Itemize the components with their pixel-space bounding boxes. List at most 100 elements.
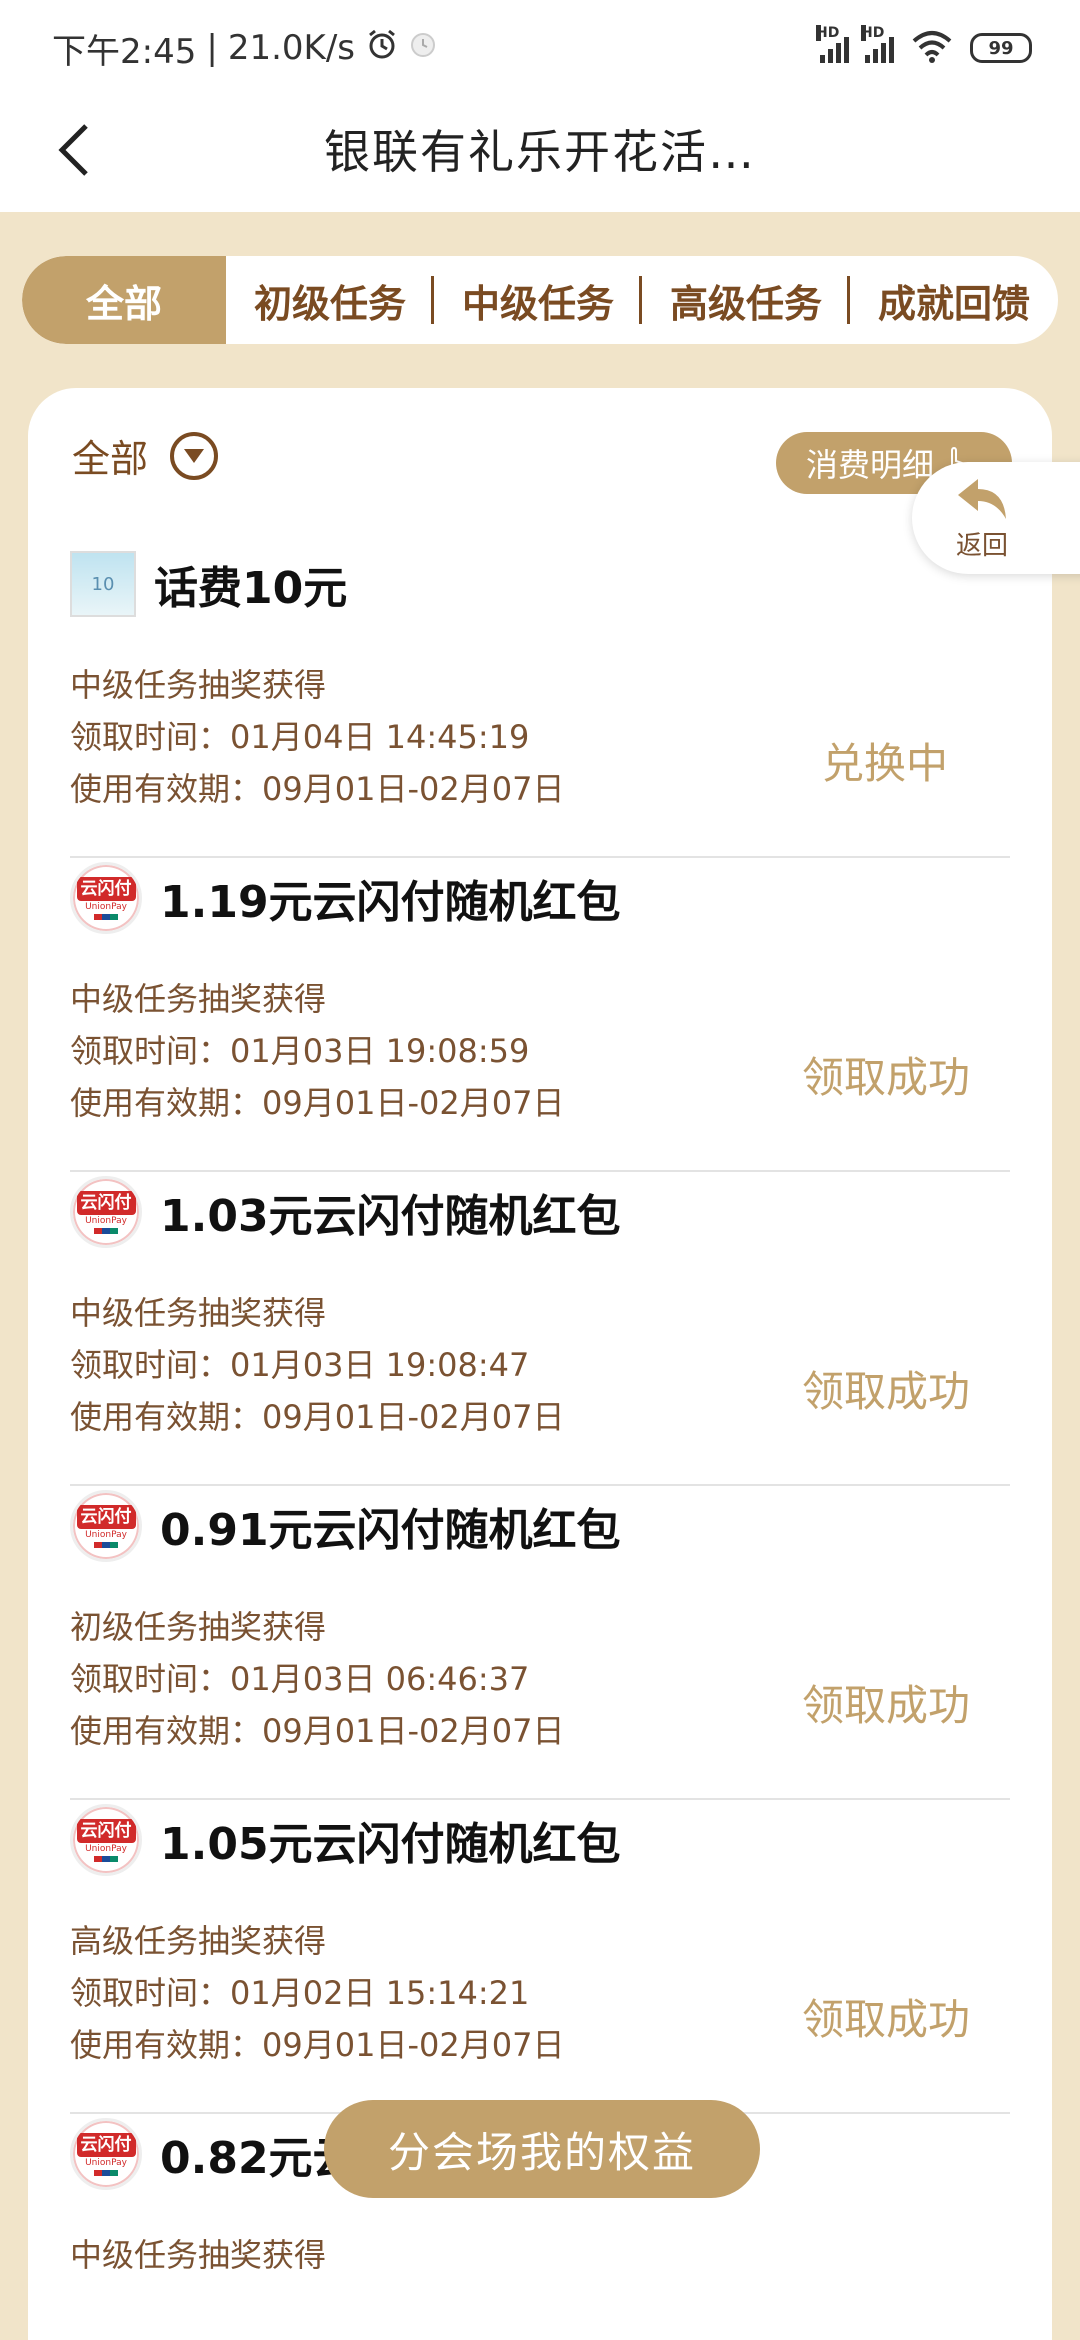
item-name: 0.91元云闪付随机红包: [160, 1505, 621, 1556]
item-status: 兑换中: [821, 739, 948, 788]
item-source: 中级任务抽奖获得: [70, 2236, 327, 2274]
tab-label: 高级任务: [669, 281, 822, 326]
floating-return-button[interactable]: 返回: [912, 462, 1080, 574]
rewards-card: 全部 消费明细 10 话费10元 中级任务抽奖获得 领取时间：01月04日 14…: [28, 388, 1052, 2340]
unionpay-logo: 云闪付 UnionPay: [70, 862, 142, 934]
item-source: 中级任务抽奖获得: [70, 666, 327, 704]
logo-main-text: 云闪付: [76, 1818, 136, 1843]
hd-label: HD: [861, 25, 885, 41]
signal-icon: HD: [816, 25, 849, 63]
alarm-icon: [365, 27, 399, 70]
claim-time: 01月02日 15:14:21: [230, 1974, 530, 2012]
list-bottom-fade: [28, 2282, 1052, 2340]
item-head: 云闪付 UnionPay 0.91元云闪付随机红包: [70, 1486, 621, 1566]
logo-sub-text: UnionPay: [85, 1529, 127, 1540]
logo-sub-text: UnionPay: [85, 2157, 127, 2168]
list-item[interactable]: 云闪付 UnionPay 1.19元云闪付随机红包 中级任务抽奖获得 领取时间：0…: [70, 858, 1010, 1172]
wifi-icon: [910, 29, 954, 68]
tab-all[interactable]: 全部: [22, 256, 226, 344]
claim-label: 领取时间：: [70, 1660, 231, 1698]
return-label: 返回: [955, 530, 1008, 561]
tab-label: 成就回馈: [877, 281, 1030, 326]
item-status: 领取成功: [801, 1367, 970, 1416]
unionpay-logo: 云闪付 UnionPay: [70, 1176, 142, 1248]
tab-label: 初级任务: [253, 281, 406, 326]
item-head: 10 话费10元: [70, 544, 347, 624]
hd-label: HD: [816, 25, 840, 41]
item-name: 1.05元云闪付随机红包: [160, 1819, 621, 1870]
status-speed: 21.0K/s: [227, 28, 355, 68]
valid-label: 使用有效期：: [70, 1712, 263, 1750]
valid-period: 09月01日-02月07日: [262, 1398, 565, 1436]
my-benefits-button[interactable]: 分会场我的权益: [324, 2100, 760, 2198]
tab-senior[interactable]: 高级任务: [642, 256, 850, 344]
item-status: 领取成功: [801, 1681, 970, 1730]
item-name: 1.03元云闪付随机红包: [160, 1191, 621, 1242]
triangle-down-icon: [170, 431, 219, 480]
list-item[interactable]: 云闪付 UnionPay 0.91元云闪付随机红包 初级任务抽奖获得 领取时间：0…: [70, 1486, 1010, 1800]
item-source: 初级任务抽奖获得: [70, 1608, 327, 1646]
item-head: 云闪付 UnionPay 1.19元云闪付随机红包: [70, 858, 621, 938]
item-validity: 使用有效期：09月01日-02月07日: [70, 1078, 564, 1124]
item-claim-time: 领取时间：01月02日 15:14:21: [70, 1968, 529, 2014]
valid-period: 09月01日-02月07日: [262, 770, 565, 808]
tab-junior[interactable]: 初级任务: [226, 256, 434, 344]
app-bar: 银联有礼乐开花活…: [0, 96, 1080, 212]
task-tabs: 全部 初级任务 中级任务 高级任务 成就回馈: [22, 256, 1058, 344]
item-name: 1.19元云闪付随机红包: [160, 877, 621, 928]
logo-main-text: 云闪付: [76, 1190, 136, 1215]
item-validity: 使用有效期：09月01日-02月07日: [70, 1392, 564, 1438]
status-left: 下午2:45 | 21.0K/s: [52, 24, 437, 73]
signal-icon: HD: [861, 25, 894, 63]
list-item[interactable]: 云闪付 UnionPay 1.05元云闪付随机红包 高级任务抽奖获得 领取时间：0…: [70, 1800, 1010, 2114]
list-item[interactable]: 10 话费10元 中级任务抽奖获得 领取时间：01月04日 14:45:19 使…: [70, 544, 1010, 858]
claim-time: 01月03日 19:08:59: [230, 1032, 530, 1070]
claim-time: 01月04日 14:45:19: [230, 718, 530, 756]
item-status: 领取成功: [801, 1995, 970, 2044]
item-source: 高级任务抽奖获得: [70, 1922, 327, 1960]
claim-label: 领取时间：: [70, 1032, 231, 1070]
item-status: 领取成功: [801, 1053, 970, 1102]
phone-credit-thumb: 10: [70, 551, 136, 617]
item-validity: 使用有效期：09月01日-02月07日: [70, 1706, 564, 1752]
logo-main-text: 云闪付: [76, 1504, 136, 1529]
item-claim-time: 领取时间：01月03日 06:46:37: [70, 1654, 529, 1700]
item-head: 云闪付 UnionPay 1.03元云闪付随机红包: [70, 1172, 621, 1252]
valid-period: 09月01日-02月07日: [262, 2026, 565, 2064]
status-time: 下午2:45: [52, 31, 197, 72]
item-claim-time: 领取时间：01月04日 14:45:19: [70, 712, 529, 758]
return-arrow-icon: [958, 478, 1006, 519]
battery-level: 99: [988, 37, 1014, 59]
item-claim-time: 领取时间：01月03日 19:08:59: [70, 1026, 529, 1072]
valid-label: 使用有效期：: [70, 1398, 263, 1436]
unionpay-logo: 云闪付 UnionPay: [70, 2118, 142, 2190]
list-item[interactable]: 云闪付 UnionPay 1.03元云闪付随机红包 中级任务抽奖获得 领取时间：0…: [70, 1172, 1010, 1486]
item-head: 云闪付 UnionPay 0.82元云: [70, 2114, 357, 2194]
tab-achievement[interactable]: 成就回馈: [850, 256, 1058, 344]
reward-list: 10 话费10元 中级任务抽奖获得 领取时间：01月04日 14:45:19 使…: [70, 544, 1010, 2340]
battery-icon: 99: [970, 33, 1032, 63]
valid-label: 使用有效期：: [70, 770, 263, 808]
claim-time: 01月03日 19:08:47: [230, 1346, 530, 1384]
valid-period: 09月01日-02月07日: [262, 1084, 565, 1122]
claim-label: 领取时间：: [70, 1346, 231, 1384]
claim-label: 领取时间：: [70, 718, 231, 756]
tab-intermediate[interactable]: 中级任务: [434, 256, 642, 344]
item-source: 中级任务抽奖获得: [70, 980, 327, 1018]
claim-time: 01月03日 06:46:37: [230, 1660, 530, 1698]
item-validity: 使用有效期：09月01日-02月07日: [70, 764, 564, 810]
filter-label: 全部: [72, 437, 149, 481]
logo-sub-text: UnionPay: [85, 901, 127, 912]
clock-icon: [409, 28, 437, 68]
status-right: HD HD 99: [816, 25, 1032, 68]
tab-label: 全部: [85, 281, 162, 326]
claim-label: 领取时间：: [70, 1974, 231, 2012]
filter-dropdown[interactable]: 全部: [72, 428, 219, 483]
item-head: 云闪付 UnionPay 1.05元云闪付随机红包: [70, 1800, 621, 1880]
logo-main-text: 云闪付: [76, 876, 136, 901]
status-divider: |: [206, 28, 218, 68]
valid-period: 09月01日-02月07日: [262, 1712, 565, 1750]
item-claim-time: 领取时间：01月03日 19:08:47: [70, 1340, 529, 1386]
item-validity: 使用有效期：09月01日-02月07日: [70, 2020, 564, 2066]
status-bar: 下午2:45 | 21.0K/s HD HD 99: [0, 0, 1080, 96]
